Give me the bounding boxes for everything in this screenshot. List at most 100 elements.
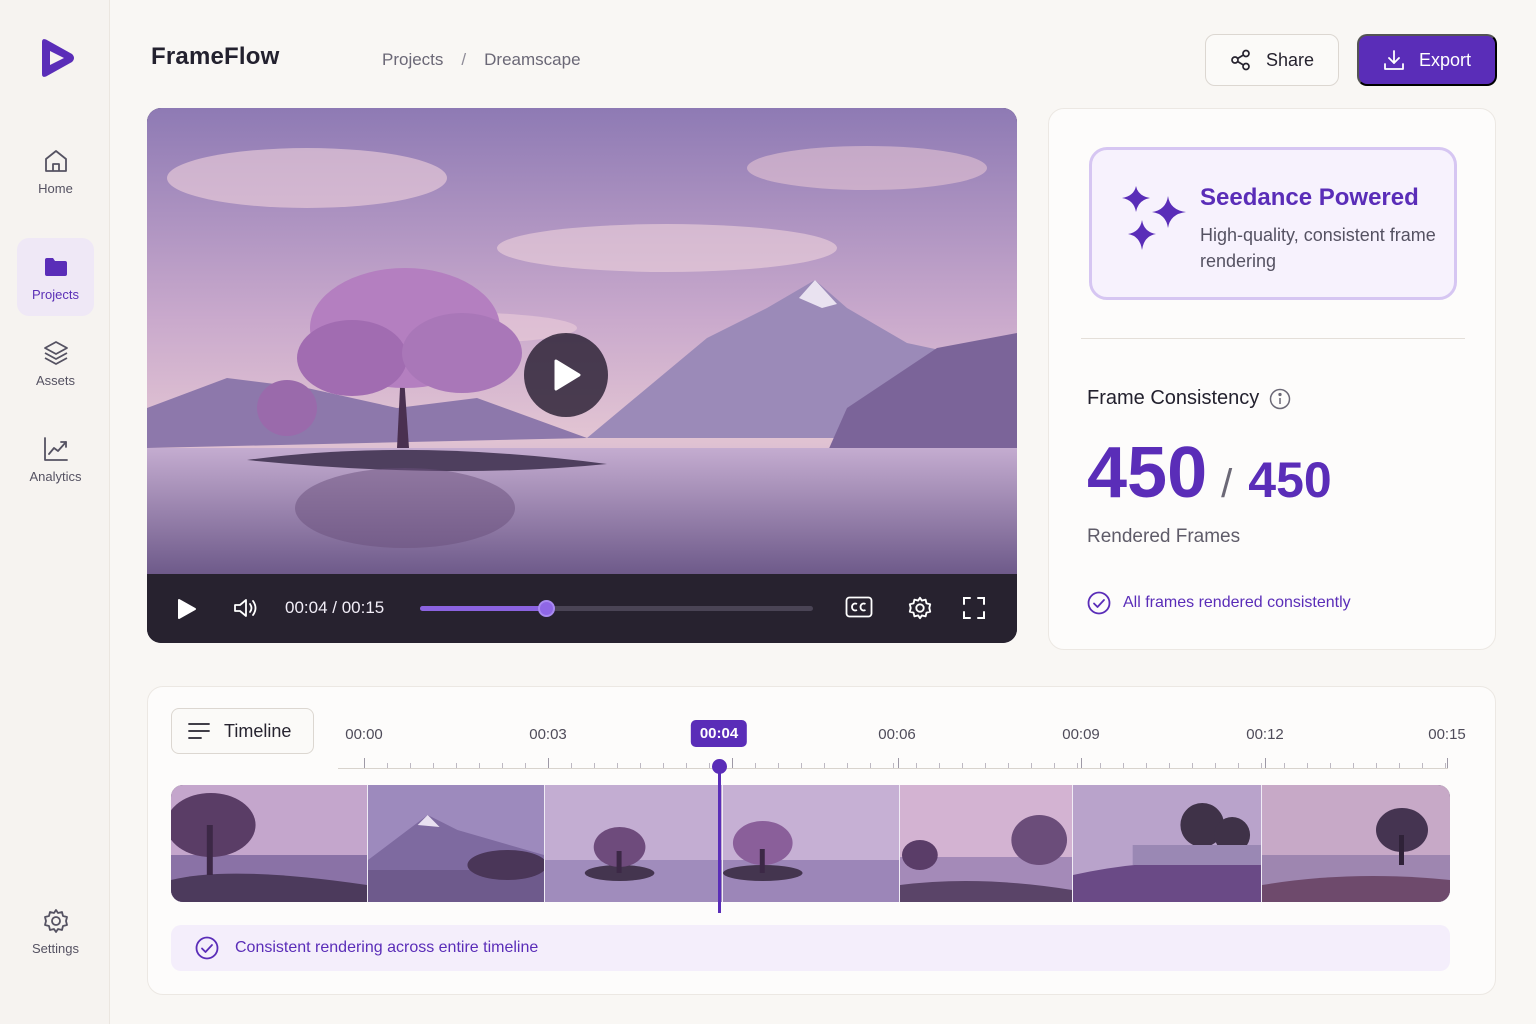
thumbnail-frame[interactable] xyxy=(368,785,545,902)
timeline-button[interactable]: Timeline xyxy=(171,708,314,754)
thumbnail-image xyxy=(171,785,367,902)
progress-bar[interactable] xyxy=(420,600,813,617)
breadcrumb-current: Dreamscape xyxy=(484,50,581,69)
filmstrip[interactable] xyxy=(171,785,1450,902)
sidebar-item-label: Assets xyxy=(35,372,75,388)
ruler-tick xyxy=(502,763,503,768)
ruler-major-tick xyxy=(1081,758,1082,768)
ruler-tick xyxy=(824,763,825,768)
tick-label: 00:00 xyxy=(345,726,383,743)
ruler-major-tick xyxy=(364,758,365,768)
ruler-tick xyxy=(778,763,779,768)
time-display: 00:04 / 00:15 xyxy=(285,598,385,617)
breadcrumb-separator: / xyxy=(461,50,467,69)
share-label: Share xyxy=(1265,49,1315,70)
menu-icon xyxy=(188,723,210,739)
tick-label: 00:15 xyxy=(1428,726,1466,743)
ruler-tick xyxy=(1100,763,1101,768)
timeline-button-label: Timeline xyxy=(224,720,292,741)
sidebar: Home Projects Assets Analytics Settings xyxy=(0,0,110,1024)
thumbnail-image xyxy=(1073,785,1261,902)
frameflow-logo-icon[interactable] xyxy=(34,36,78,80)
folder-icon xyxy=(44,257,67,276)
breadcrumb-projects-link[interactable]: Projects xyxy=(382,50,443,70)
divider xyxy=(1081,338,1465,339)
thumbnail-frame[interactable] xyxy=(900,785,1073,902)
playhead[interactable] xyxy=(718,767,721,913)
ruler-tick xyxy=(1215,763,1216,768)
share-button[interactable]: Share xyxy=(1205,34,1339,86)
seedance-card: Seedance Powered High-quality, consisten… xyxy=(1089,147,1457,300)
ruler-tick xyxy=(916,763,917,768)
ruler-tick xyxy=(479,763,480,768)
ruler-tick xyxy=(1261,763,1262,768)
download-icon xyxy=(1384,50,1404,70)
thumbnail-frame[interactable] xyxy=(171,785,368,902)
playhead-handle[interactable] xyxy=(712,759,727,774)
sidebar-item-analytics[interactable]: Analytics xyxy=(17,420,94,498)
timeline-status-text: Consistent rendering across entire timel… xyxy=(235,939,539,956)
ruler-major-tick xyxy=(732,758,733,768)
ruler-tick xyxy=(571,763,572,768)
current-time-marker: 00:04 xyxy=(690,720,748,747)
seedance-title: Seedance Powered xyxy=(1200,184,1419,211)
ruler-tick xyxy=(847,763,848,768)
ruler-tick xyxy=(893,763,894,768)
volume-button[interactable] xyxy=(233,596,259,620)
timeline-ruler[interactable] xyxy=(338,757,1448,769)
ruler-tick xyxy=(387,763,388,768)
play-icon xyxy=(178,599,196,619)
app-window: Home Projects Assets Analytics Settings … xyxy=(0,0,1536,1024)
ruler-tick xyxy=(617,763,618,768)
timeline-panel: Timeline 00:00 00:03 00:04 00:06 00:09 0… xyxy=(147,686,1496,995)
thumbnail-image xyxy=(545,785,722,902)
captions-button[interactable] xyxy=(845,596,873,618)
share-icon xyxy=(1231,49,1250,71)
sidebar-item-assets[interactable]: Assets xyxy=(17,324,94,402)
sidebar-item-settings[interactable]: Settings xyxy=(17,892,94,970)
ruler-tick xyxy=(410,763,411,768)
ruler-tick xyxy=(1008,763,1009,768)
sidebar-item-home[interactable]: Home xyxy=(17,132,94,210)
thumbnail-frame[interactable] xyxy=(1073,785,1262,902)
sidebar-item-label: Projects xyxy=(32,286,79,302)
center-play-button[interactable] xyxy=(524,333,608,417)
breadcrumb: Projects / Dreamscape xyxy=(382,50,581,70)
sidebar-item-label: Settings xyxy=(32,940,79,956)
ruler-tick xyxy=(663,763,664,768)
ruler-tick xyxy=(1077,763,1078,768)
ruler-tick xyxy=(1169,763,1170,768)
progress-fill xyxy=(420,606,546,611)
video-player[interactable]: 00:04 / 00:15 xyxy=(147,108,1017,643)
layers-icon xyxy=(43,340,68,365)
fullscreen-button[interactable] xyxy=(962,596,986,620)
thumbnail-frame[interactable] xyxy=(723,785,900,902)
sidebar-item-label: Analytics xyxy=(29,468,82,484)
sidebar-item-projects[interactable]: Projects xyxy=(17,238,94,316)
ruler-major-tick xyxy=(1447,758,1448,768)
thumbnail-frame[interactable] xyxy=(545,785,723,902)
sparkles-icon xyxy=(1122,186,1186,250)
ruler-tick xyxy=(1146,763,1147,768)
play-button[interactable] xyxy=(177,598,197,620)
ruler-tick xyxy=(1031,763,1032,768)
ruler-tick xyxy=(1238,763,1239,768)
total-frame-count: 450 xyxy=(1248,452,1332,508)
ruler-tick xyxy=(709,763,710,768)
export-button[interactable]: Export xyxy=(1357,34,1497,86)
thumbnail-image xyxy=(723,785,899,902)
info-icon[interactable] xyxy=(1269,388,1291,410)
progress-knob[interactable] xyxy=(537,600,555,617)
gear-icon xyxy=(43,908,68,933)
ruler-tick xyxy=(985,763,986,768)
count-separator: / xyxy=(1221,462,1233,506)
render-info-panel: Seedance Powered High-quality, consisten… xyxy=(1048,108,1496,650)
tick-label: 00:09 xyxy=(1062,726,1100,743)
player-settings-button[interactable] xyxy=(907,595,933,621)
tick-label: 00:12 xyxy=(1246,726,1284,743)
rendered-frames-label: Rendered Frames xyxy=(1087,526,1241,547)
thumbnail-frame[interactable] xyxy=(1262,785,1450,902)
ruler-tick xyxy=(686,763,687,768)
ruler-major-tick xyxy=(898,758,899,768)
ruler-tick xyxy=(640,763,641,768)
